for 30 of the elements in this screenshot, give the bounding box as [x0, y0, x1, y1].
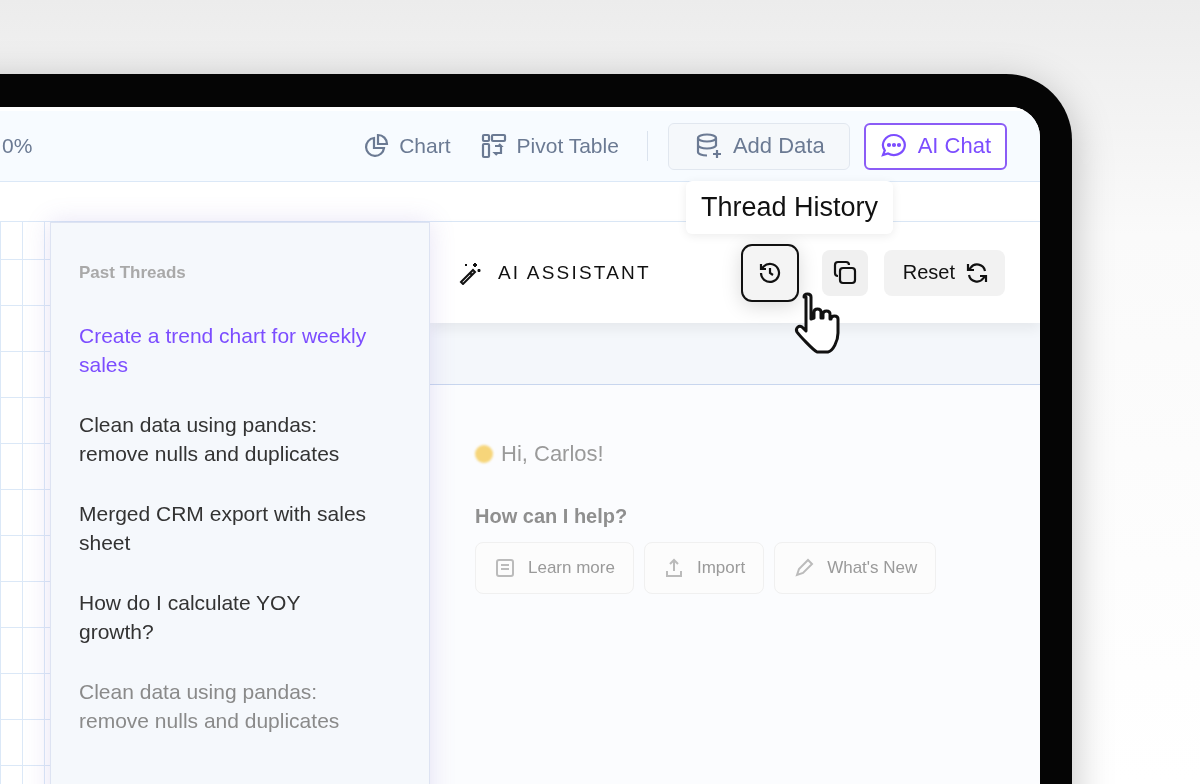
copy-icon — [831, 259, 858, 286]
zoom-level[interactable]: 0% — [2, 134, 33, 158]
thread-item[interactable]: Create a trend chart for weekly sales — [79, 321, 371, 379]
assistant-title: AI ASSISTANT — [498, 261, 651, 284]
magic-wand-icon — [458, 260, 482, 285]
toolbar-button[interactable]: Chart — [355, 129, 459, 163]
database-add-icon — [694, 132, 723, 160]
thread-item[interactable]: Clean data using pandas: remove nulls and duplicates — [79, 677, 371, 735]
pie-chart-icon — [363, 133, 390, 159]
copy-button[interactable] — [821, 249, 868, 296]
pivot-table-icon — [480, 133, 507, 159]
greeting-text: Hi, Carlos! — [501, 441, 604, 467]
tooltip: Thread History — [686, 181, 894, 234]
toolbar-button[interactable]: AI Chat — [863, 122, 1007, 170]
panel-title: Past Threads — [79, 263, 187, 283]
reset-button[interactable]: Reset — [883, 249, 1005, 296]
book-icon — [494, 557, 516, 579]
help-prompt: How can I help? — [475, 505, 629, 528]
thread-item[interactable]: How do I calculate YOY growth? — [79, 588, 371, 646]
toolbar-button[interactable]: Pivot Table — [472, 129, 627, 163]
thread-item[interactable]: Clean data using pandas: remove nulls and duplicates — [79, 410, 371, 468]
thread-item[interactable]: Merged CRM export with sales sheet — [79, 499, 371, 557]
refresh-icon — [965, 260, 989, 285]
pencil-icon — [793, 557, 816, 579]
suggestion-chip[interactable]: Learn more — [475, 542, 634, 594]
suggestion-chip[interactable]: What's New — [774, 542, 937, 594]
history-button[interactable] — [740, 243, 799, 302]
suggestion-chip[interactable]: Import — [643, 542, 765, 594]
chat-bubble-icon — [879, 132, 908, 160]
toolbar-button[interactable]: Add Data — [667, 122, 850, 170]
